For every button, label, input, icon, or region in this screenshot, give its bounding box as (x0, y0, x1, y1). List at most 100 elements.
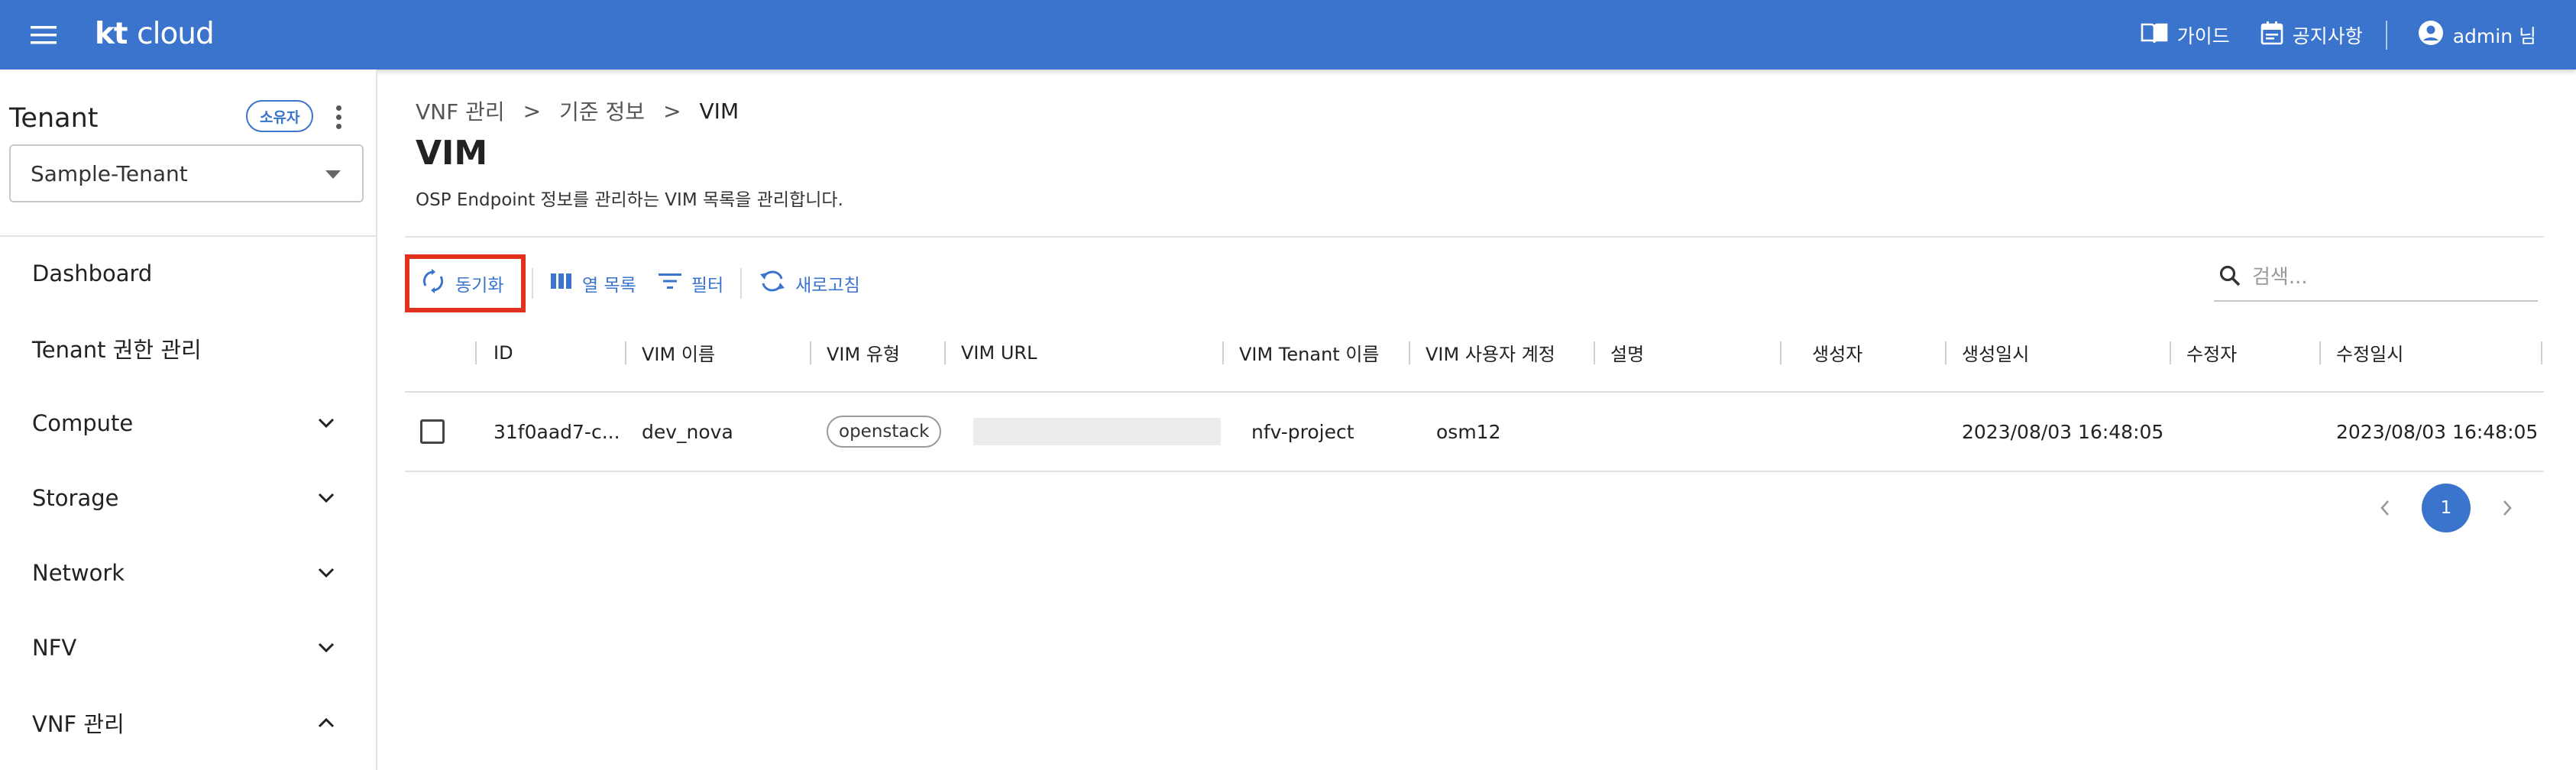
refresh-button[interactable]: 새로고침 (748, 262, 871, 305)
user-label: admin 님 (2452, 24, 2536, 47)
column-header-created-at[interactable]: 생성일시 (1962, 314, 2029, 391)
column-separator (2170, 341, 2171, 364)
column-header-id[interactable]: ID (494, 314, 513, 391)
cell-vim-user: osm12 (1436, 420, 1501, 443)
chevron-down-icon (315, 412, 338, 435)
sidebar-item-storage[interactable]: Storage (0, 461, 376, 535)
cell-vim-tenant: nfv-project (1251, 420, 1354, 443)
hamburger-icon[interactable] (26, 18, 61, 52)
column-header-vim-url[interactable]: VIM URL (961, 314, 1037, 391)
breadcrumb: VNF 관리 > 기준 정보 > VIM (416, 95, 739, 126)
cell-created-at: 2023/08/03 16:48:05 (1962, 420, 2164, 443)
sync-icon (420, 268, 446, 299)
top-bar: kt cloud 가이드 공지사항 admin 님 (0, 0, 2576, 70)
breadcrumb-item-vim: VIM (699, 98, 739, 124)
chevron-down-icon (315, 636, 338, 659)
column-header-description[interactable]: 설명 (1610, 314, 1644, 391)
tenant-select-value: Sample-Tenant (31, 160, 188, 186)
kt-cloud-logo[interactable]: kt cloud (95, 15, 215, 53)
page-description: OSP Endpoint 정보를 관리하는 VIM 목록을 관리합니다. (416, 190, 843, 210)
columns-label: 열 목록 (582, 276, 636, 296)
column-separator (2541, 341, 2542, 364)
sidebar-item-label: Tenant 권한 관리 (32, 337, 202, 363)
sidebar-item-label: Dashboard (32, 260, 153, 286)
search-input[interactable] (2252, 266, 2527, 289)
breadcrumb-separator: > (523, 98, 542, 124)
cell-vim-name: dev_nova (642, 420, 733, 443)
filter-button[interactable]: 필터 (647, 262, 734, 305)
table-row[interactable]: 31f0aad7-c... dev_nova openstack nfv-pro… (405, 393, 2544, 472)
sidebar-item-label: Storage (32, 485, 119, 511)
column-separator (1409, 341, 1410, 364)
column-separator (1945, 341, 1947, 364)
vim-table: ID VIM 이름 VIM 유형 VIM URL VIM Tenant 이름 V… (405, 314, 2544, 472)
sidebar-item-compute[interactable]: Compute (0, 386, 376, 461)
column-separator (625, 341, 626, 364)
notice-link[interactable]: 공지사항 (2260, 21, 2363, 50)
toolbar: 동기화 열 목록 필터 새로고침 (405, 253, 871, 314)
filter-icon (658, 271, 682, 296)
sidebar-item-vnf-management[interactable]: VNF 관리 (0, 685, 376, 760)
view-columns-icon (550, 272, 573, 295)
guide-label: 가이드 (2176, 24, 2230, 47)
search-icon (2218, 264, 2241, 290)
notice-label: 공지사항 (2292, 24, 2363, 47)
column-separator (2319, 341, 2321, 364)
column-header-modifier[interactable]: 수정자 (2186, 314, 2237, 391)
search-field[interactable] (2214, 254, 2538, 302)
sidebar-nav: Dashboard Tenant 권한 관리 Compute Storage N… (0, 236, 376, 760)
pagination: 1 (2371, 484, 2521, 532)
book-icon (2141, 21, 2168, 49)
content-divider (405, 236, 2544, 238)
column-header-vim-user[interactable]: VIM 사용자 계정 (1426, 314, 1555, 391)
toolbar-divider (532, 268, 533, 299)
breadcrumb-item-base-info[interactable]: 기준 정보 (559, 95, 645, 126)
next-page-icon[interactable] (2493, 494, 2521, 522)
guide-link[interactable]: 가이드 (2141, 21, 2230, 49)
account-circle-icon (2418, 20, 2444, 50)
filter-label: 필터 (691, 276, 724, 296)
vim-type-chip: openstack (827, 416, 942, 448)
sidebar-item-dashboard[interactable]: Dashboard (0, 236, 376, 311)
row-checkbox[interactable] (420, 419, 445, 444)
calendar-icon (2260, 21, 2283, 50)
refresh-label: 새로고침 (795, 276, 860, 296)
sidebar-item-tenant-permissions[interactable]: Tenant 권한 관리 (0, 311, 376, 386)
column-header-vim-name[interactable]: VIM 이름 (642, 314, 715, 391)
page-button-1[interactable]: 1 (2422, 484, 2471, 532)
sidebar-item-label: Compute (32, 410, 134, 436)
cell-vim-type: openstack (827, 393, 942, 471)
chevron-down-icon (315, 561, 338, 584)
column-separator (944, 341, 946, 364)
column-header-vim-tenant[interactable]: VIM Tenant 이름 (1239, 314, 1380, 391)
column-separator (1780, 341, 1782, 364)
more-options-icon[interactable] (327, 102, 350, 132)
breadcrumb-separator: > (663, 98, 681, 124)
chevron-up-icon (315, 711, 338, 734)
cell-modified-at: 2023/08/03 16:48:05 (2336, 420, 2539, 443)
sidebar-item-label: Network (32, 560, 125, 586)
sync-button[interactable]: 동기화 (405, 254, 526, 312)
column-header-vim-type[interactable]: VIM 유형 (827, 314, 900, 391)
columns-button[interactable]: 열 목록 (539, 262, 647, 305)
sidebar-item-network[interactable]: Network (0, 535, 376, 610)
logo-kt-text: kt (95, 17, 128, 51)
breadcrumb-item-vnf[interactable]: VNF 관리 (416, 95, 505, 126)
sidebar-item-nfv[interactable]: NFV (0, 610, 376, 685)
column-separator (1222, 341, 1224, 364)
user-menu[interactable]: admin 님 (2418, 20, 2536, 50)
refresh-icon (759, 270, 786, 297)
chevron-down-icon (315, 487, 338, 510)
main-content: VNF 관리 > 기준 정보 > VIM VIM OSP Endpoint 정보… (377, 70, 2576, 770)
column-header-modified-at[interactable]: 수정일시 (2336, 314, 2403, 391)
previous-page-icon[interactable] (2371, 494, 2399, 522)
sidebar-item-label: NFV (32, 635, 77, 661)
column-separator (810, 341, 811, 364)
sync-label: 동기화 (455, 276, 504, 296)
table-header: ID VIM 이름 VIM 유형 VIM URL VIM Tenant 이름 V… (405, 314, 2544, 393)
toolbar-divider (740, 268, 743, 299)
cell-id[interactable]: 31f0aad7-c... (494, 393, 620, 471)
column-separator (475, 341, 477, 364)
column-header-creator[interactable]: 생성자 (1812, 314, 1862, 391)
tenant-select[interactable]: Sample-Tenant (9, 144, 364, 202)
